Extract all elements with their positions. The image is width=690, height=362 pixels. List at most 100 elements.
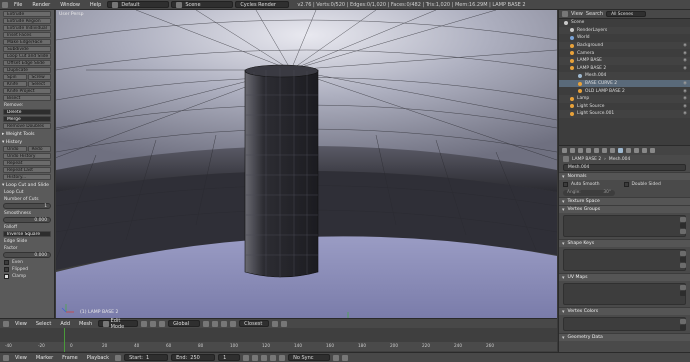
auto-smooth-checkbox[interactable]: Auto Smooth: [563, 182, 600, 187]
remove-icon[interactable]: [680, 291, 686, 296]
menu-mesh[interactable]: Mesh: [76, 321, 95, 327]
vertex-groups-list[interactable]: [563, 215, 686, 237]
next-keyframe-icon[interactable]: [270, 354, 277, 361]
end-frame-field[interactable]: End: 250: [171, 354, 216, 361]
editor-type-icon[interactable]: [3, 354, 9, 361]
menu-file[interactable]: File: [10, 2, 26, 8]
specials-icon[interactable]: [680, 229, 686, 234]
extrude-individual-button[interactable]: Extrude Individual: [3, 25, 51, 31]
menu-select[interactable]: Select: [33, 321, 54, 327]
outliner-item-scene[interactable]: Scene: [559, 19, 690, 27]
proportional-edit-icon[interactable]: [230, 320, 237, 327]
edge-select-icon[interactable]: [212, 320, 219, 327]
redo-button[interactable]: Redo: [27, 146, 51, 152]
object-tab-icon[interactable]: [594, 148, 599, 153]
visibility-icon[interactable]: ◉: [683, 96, 687, 101]
menu-window[interactable]: Window: [56, 2, 84, 8]
factor-field[interactable]: 0.000: [3, 252, 51, 258]
physics-tab-icon[interactable]: [650, 148, 655, 153]
vertex-groups-panel[interactable]: Vertex Groups: [559, 205, 690, 213]
outliner-item-lamp-base[interactable]: LAMP BASE ◉: [559, 56, 690, 65]
shape-keys-panel[interactable]: Shape Keys: [559, 239, 690, 247]
outliner-item-renderlayers[interactable]: RenderLayers: [559, 26, 690, 35]
outliner-item-camera[interactable]: Camera ◉: [559, 49, 690, 57]
uv-maps-panel[interactable]: UV Maps: [559, 273, 690, 281]
prev-keyframe-icon[interactable]: [252, 354, 259, 361]
editor-type-icon[interactable]: [3, 320, 9, 327]
geometry-data-panel[interactable]: Geometry Data: [559, 333, 690, 341]
outliner-item-mesh-004[interactable]: Mesh.004: [559, 72, 690, 80]
outliner-item-base-curve-2[interactable]: BASE CURVE 2 ◉: [559, 79, 690, 88]
add-icon[interactable]: [680, 319, 686, 324]
menu-help[interactable]: Help: [86, 2, 105, 8]
history-section[interactable]: ▾ History: [2, 140, 52, 145]
material-tab-icon[interactable]: [626, 148, 631, 153]
scene-tab-icon[interactable]: [578, 148, 583, 153]
inset-faces-button[interactable]: Inset Faces: [3, 32, 51, 38]
extrude-region-button[interactable]: Extrude Region: [3, 18, 51, 24]
menu-view[interactable]: View: [12, 355, 30, 361]
double-sided-checkbox[interactable]: Double Sided: [623, 182, 661, 187]
texture-tab-icon[interactable]: [634, 148, 639, 153]
offset-edge-slide-button[interactable]: Offset Edge Slide: [3, 60, 51, 66]
visibility-icon[interactable]: ◉: [683, 104, 687, 109]
merge-button[interactable]: Merge: [3, 116, 51, 122]
orientation-selector[interactable]: Global: [168, 320, 201, 327]
vertex-colors-list[interactable]: [563, 317, 686, 331]
keying-set-icon[interactable]: [342, 354, 349, 361]
manipulator-toggle-icon[interactable]: [159, 320, 166, 327]
weight-tools-section[interactable]: ▸ Weight Tools: [2, 132, 52, 137]
vertex-select-icon[interactable]: [203, 320, 210, 327]
display-mode-selector[interactable]: All Scenes: [606, 11, 647, 17]
bisect-button[interactable]: Bisect: [3, 95, 51, 101]
world-tab-icon[interactable]: [586, 148, 591, 153]
remove-icon[interactable]: [680, 325, 686, 330]
smoothness-field[interactable]: 0.000: [3, 217, 51, 223]
editor-type-icon[interactable]: [562, 11, 568, 17]
visibility-icon[interactable]: ◉: [683, 43, 687, 48]
add-icon[interactable]: [680, 217, 686, 222]
editor-type-icon[interactable]: [2, 1, 8, 8]
even-checkbox[interactable]: Even: [4, 260, 50, 265]
timeline-ruler[interactable]: [0, 342, 557, 351]
remove-doubles-button[interactable]: Remove Doubles: [3, 123, 51, 129]
particles-tab-icon[interactable]: [642, 148, 647, 153]
knife-select-button[interactable]: Select: [27, 81, 51, 87]
pivot-icon[interactable]: [150, 320, 157, 327]
add-icon[interactable]: [680, 285, 686, 290]
outliner-menu-search[interactable]: Search: [586, 11, 603, 17]
operator-section[interactable]: ▾ Loop Cut and Slide: [2, 183, 52, 188]
menu-playback[interactable]: Playback: [84, 355, 112, 361]
mesh-datablock-field[interactable]: Mesh.004: [563, 164, 686, 171]
3d-viewport[interactable]: User Persp (1) LAMP BASE 2: [56, 10, 557, 318]
current-frame-field[interactable]: 1: [218, 354, 241, 361]
outliner-item-lamp-base-2[interactable]: LAMP BASE 2 ◉: [559, 65, 690, 73]
outliner-item-background[interactable]: Background ◉: [559, 41, 690, 50]
outliner-item-light-source[interactable]: Light Source ◉: [559, 103, 690, 111]
knife-project-button[interactable]: Knife Project: [3, 88, 51, 94]
outliner-item-world[interactable]: World: [559, 34, 690, 42]
modifiers-tab-icon[interactable]: [610, 148, 615, 153]
shading-icon[interactable]: [141, 320, 148, 327]
repeat-last-button[interactable]: Repeat Last: [3, 167, 51, 173]
render-layers-tab-icon[interactable]: [570, 148, 575, 153]
subdivide-button[interactable]: Subdivide: [3, 46, 51, 52]
constraints-tab-icon[interactable]: [602, 148, 607, 153]
loop-cut-button[interactable]: Loop Cut and Slide: [3, 53, 51, 59]
knife-button[interactable]: Knife: [3, 81, 27, 87]
jump-end-icon[interactable]: [279, 354, 286, 361]
render-icon[interactable]: [281, 320, 288, 327]
undo-history-button[interactable]: Undo History: [3, 153, 51, 159]
menu-add[interactable]: Add: [57, 321, 73, 327]
outliner-item-lamp[interactable]: Lamp ◉: [559, 94, 690, 103]
timeline[interactable]: -40 -20 0 20 40 60 80 100 120 140 160 18…: [0, 328, 557, 352]
cuts-field[interactable]: 1: [3, 203, 51, 209]
clamp-checkbox[interactable]: Clamp: [4, 274, 50, 279]
menu-marker[interactable]: Marker: [33, 355, 56, 361]
menu-render[interactable]: Render: [28, 2, 54, 8]
layers-icon[interactable]: [272, 320, 279, 327]
playhead[interactable]: [64, 328, 65, 352]
start-frame-field[interactable]: Start: 1: [124, 354, 169, 361]
outliner-item-light-source-001[interactable]: Light Source.001 ◉: [559, 110, 690, 118]
repeat-history-button[interactable]: History...: [3, 174, 51, 180]
